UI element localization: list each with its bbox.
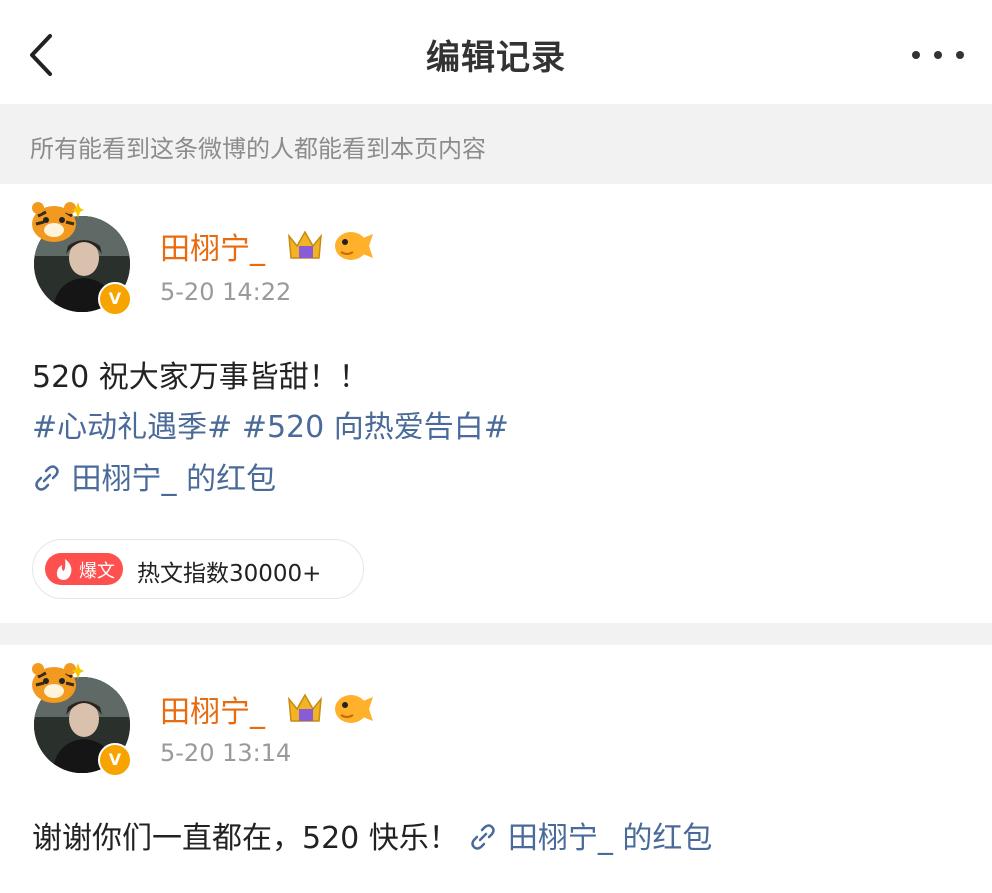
post-hashtags: #心动礼遇季# #520 向热爱告白# xyxy=(32,402,509,446)
verified-badge: V xyxy=(98,743,132,777)
hot-badge: 爆文 xyxy=(45,553,123,585)
post-item[interactable]: V 田栩宁_ 5-20 14:22 520 祝大家万事皆甜！！ #心动礼遇季# … xyxy=(0,184,992,623)
username[interactable]: 田栩宁_ xyxy=(160,224,265,268)
post-item[interactable]: V 田栩宁_ 5-20 13:14 谢谢你们一直都在，520 快乐！ 田栩宁_ … xyxy=(0,645,992,893)
link-icon xyxy=(471,824,496,850)
notice-text: 所有能看到这条微博的人都能看到本页内容 xyxy=(30,135,486,163)
post-text: 520 祝大家万事皆甜！！ xyxy=(32,360,369,395)
user-badges xyxy=(285,226,375,266)
avatar[interactable]: V xyxy=(26,198,132,316)
verified-badge: V xyxy=(98,282,132,316)
link-icon xyxy=(35,465,59,491)
hashtag-link[interactable]: #心动礼遇季# xyxy=(32,410,232,445)
hashtag-link[interactable]: #520 向热爱告白# xyxy=(242,410,509,445)
crown-badge-icon xyxy=(288,693,373,723)
crown-badge-icon xyxy=(288,230,373,260)
fire-icon xyxy=(56,559,72,580)
username[interactable]: 田栩宁_ xyxy=(160,687,265,731)
visibility-notice: 所有能看到这条微博的人都能看到本页内容 xyxy=(0,104,992,184)
tiger-ornament-icon xyxy=(26,198,84,246)
user-badges xyxy=(285,689,375,729)
page-title: 编辑记录 xyxy=(426,38,566,78)
post-text-line: 谢谢你们一直都在，520 快乐！ 田栩宁_ 的红包 xyxy=(32,813,712,857)
post-time: 5-20 14:22 xyxy=(160,278,292,306)
avatar[interactable]: V xyxy=(26,659,132,777)
post-time: 5-20 13:14 xyxy=(160,739,292,767)
red-packet-link[interactable]: 田栩宁_ 的红包 xyxy=(508,821,713,856)
red-packet-label[interactable]: 田栩宁_ 的红包 xyxy=(72,462,277,497)
top-bar: 编辑记录 xyxy=(0,0,992,104)
more-dots-icon[interactable] xyxy=(910,38,966,72)
hot-index-label: 热文指数30000+ xyxy=(137,561,322,587)
post-text: 谢谢你们一直都在，520 快乐！ xyxy=(32,821,459,856)
tiger-ornament-icon xyxy=(26,659,84,707)
red-packet-link[interactable]: 田栩宁_ 的红包 xyxy=(32,454,276,498)
post-divider xyxy=(0,623,992,645)
hot-index-pill[interactable]: 爆文 热文指数30000+ xyxy=(32,539,364,599)
